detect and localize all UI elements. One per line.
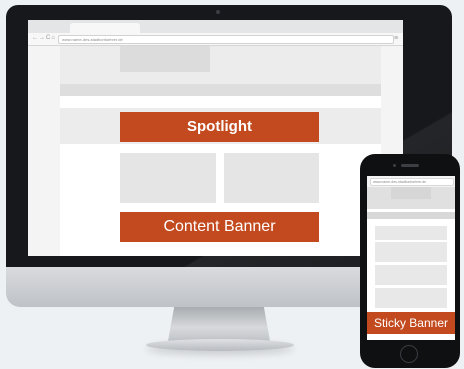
mobile-navigation-placeholder	[367, 212, 455, 219]
menu-icon[interactable]: ≡	[394, 34, 398, 43]
mobile-content-block	[375, 242, 447, 262]
logo-placeholder	[120, 46, 210, 72]
desktop-screen: ←→C⌂ www.name-des-stadtionfuehrer.de ≡ S…	[28, 20, 403, 256]
spotlight-banner[interactable]: Spotlight	[120, 112, 319, 142]
mobile-content-block	[375, 288, 447, 308]
mobile-logo-placeholder	[391, 187, 431, 199]
webcam-icon	[216, 10, 220, 14]
address-bar-url: www.name-des-stadtionfuehrer.de	[62, 37, 123, 42]
mobile-content-block	[375, 265, 447, 285]
content-banner[interactable]: Content Banner	[120, 212, 319, 242]
monitor-foot	[146, 339, 294, 351]
front-camera-icon	[393, 164, 396, 167]
content-tile	[224, 153, 319, 203]
mobile-screen: www.name-des-stadtionfuehrer.de Sticky B…	[367, 176, 455, 340]
content-tile	[120, 153, 216, 203]
nav-arrows-icon[interactable]: ←→C⌂	[32, 34, 56, 43]
browser-tab[interactable]	[70, 23, 140, 33]
sticky-banner[interactable]: Sticky Banner	[367, 312, 455, 334]
mobile-content-block	[375, 226, 447, 240]
browser-tab-strip	[28, 20, 403, 37]
page-header-placeholder	[60, 46, 381, 84]
home-button[interactable]	[400, 345, 418, 363]
navigation-placeholder	[60, 84, 381, 96]
monitor-stand	[168, 307, 270, 341]
earpiece-speaker	[401, 164, 419, 167]
mobile-address-bar-url: www.name-des-stadtionfuehrer.de	[373, 180, 427, 184]
mobile-address-bar[interactable]: www.name-des-stadtionfuehrer.de	[370, 178, 454, 186]
address-bar[interactable]: www.name-des-stadtionfuehrer.de	[58, 35, 394, 44]
